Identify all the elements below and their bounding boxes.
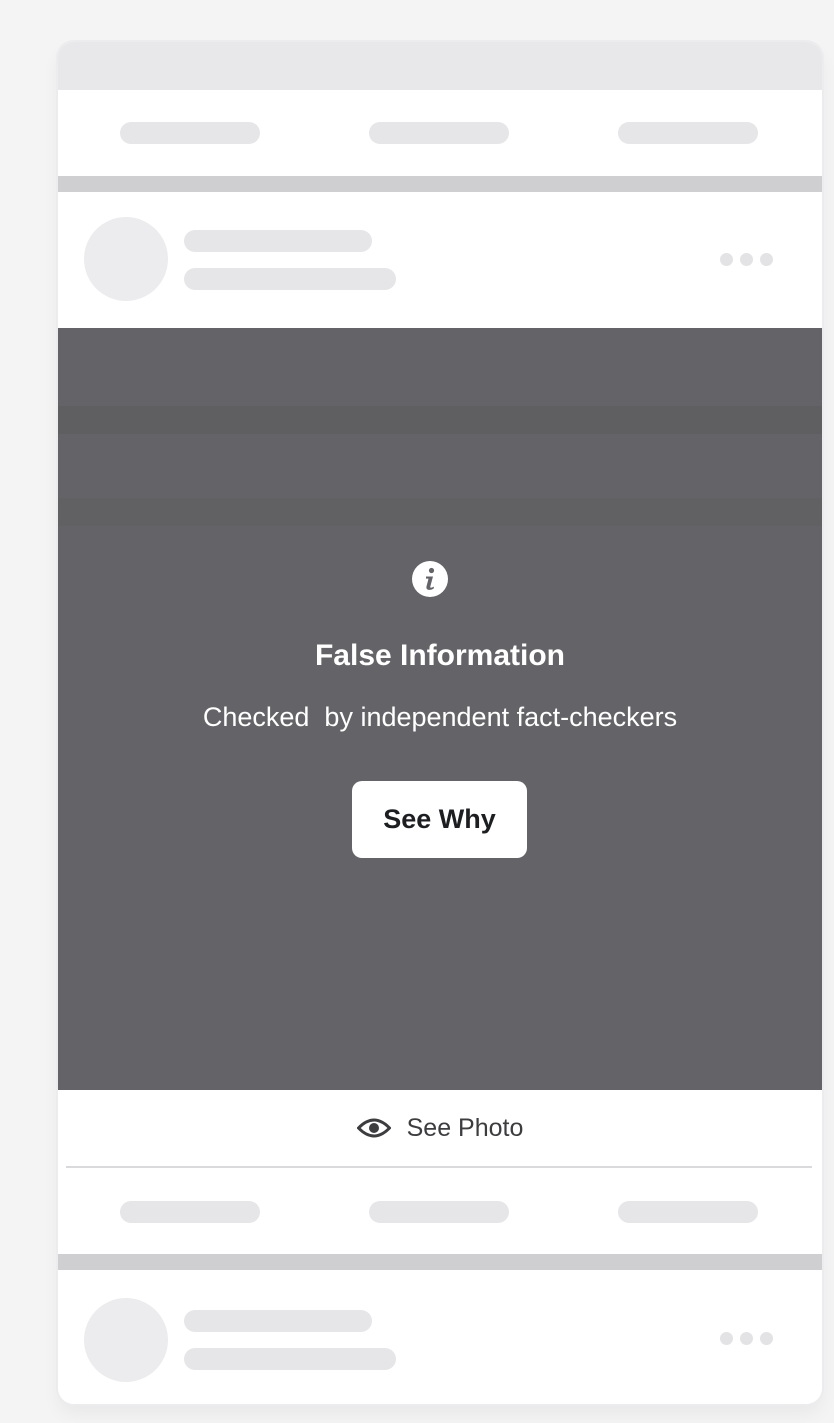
- dot: [760, 253, 773, 266]
- eye-icon: [356, 1118, 391, 1138]
- nav-placeholder-3[interactable]: [618, 122, 758, 144]
- more-options-icon[interactable]: [716, 247, 782, 273]
- feed-separator: [58, 1254, 822, 1270]
- next-post-header: [58, 1270, 822, 1404]
- warning-subtitle: Checked by independent fact-checkers: [202, 702, 678, 732]
- warning-title: False Information: [314, 639, 566, 672]
- more-options-icon[interactable]: [716, 1326, 782, 1352]
- action-placeholder-2[interactable]: [369, 1201, 509, 1223]
- avatar[interactable]: [84, 1298, 168, 1382]
- action-placeholder-3[interactable]: [618, 1201, 758, 1223]
- see-why-button[interactable]: See Why: [352, 781, 527, 858]
- dot: [740, 1332, 753, 1345]
- dot: [720, 253, 733, 266]
- see-photo-button[interactable]: See Photo: [58, 1090, 822, 1166]
- action-placeholder-1[interactable]: [120, 1201, 260, 1223]
- dot: [720, 1332, 733, 1345]
- post-actions: [58, 1168, 822, 1254]
- phone-frame: False Information Checked by independent…: [58, 42, 822, 1404]
- nav-placeholder-2[interactable]: [369, 122, 509, 144]
- false-information-overlay: False Information Checked by independent…: [58, 328, 822, 1090]
- name-placeholder: [184, 1310, 372, 1332]
- avatar[interactable]: [84, 217, 168, 301]
- name-placeholder: [184, 230, 372, 252]
- status-bar: [58, 42, 822, 90]
- nav-placeholder-1[interactable]: [120, 122, 260, 144]
- post-header: [58, 192, 822, 328]
- meta-placeholder: [184, 268, 396, 290]
- dot: [760, 1332, 773, 1345]
- feed-separator: [58, 176, 822, 192]
- meta-placeholder: [184, 1348, 396, 1370]
- dot: [740, 253, 753, 266]
- see-photo-label: See Photo: [406, 1113, 524, 1142]
- blurred-content-band: [58, 406, 822, 434]
- info-icon: [412, 561, 448, 597]
- blurred-content-band: [58, 498, 822, 526]
